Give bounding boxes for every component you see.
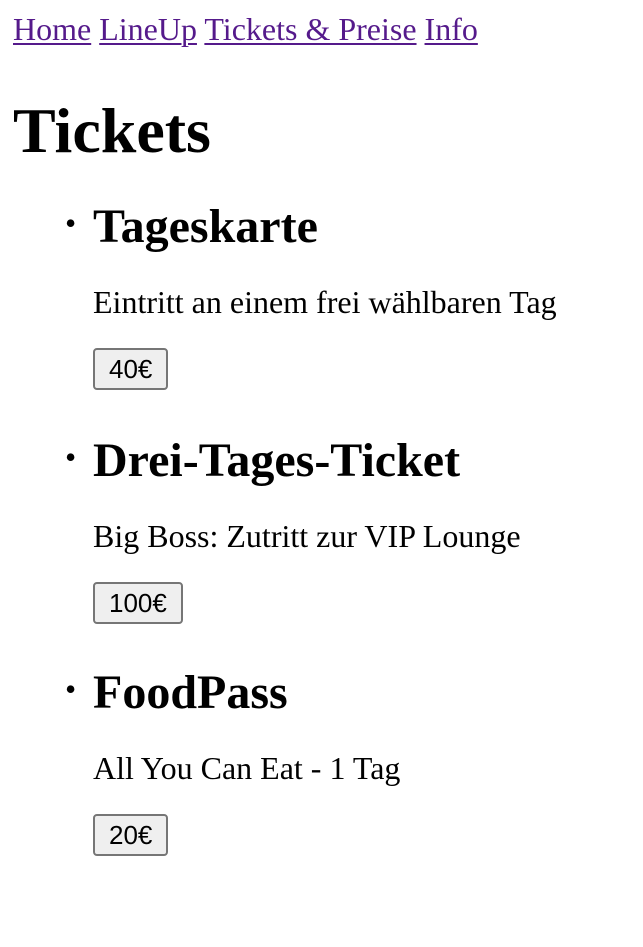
ticket-description: Eintritt an einem frei wählbaren Tag — [93, 284, 557, 320]
ticket-name: Drei-Tages-Ticket — [93, 434, 461, 487]
nav-link-tickets-preise[interactable]: Tickets & Preise — [204, 11, 416, 47]
ticket-name: Tageskarte — [93, 200, 318, 253]
ticket-item-foodpass: • FoodPass All You Can Eat - 1 Tag 20€ — [65, 665, 630, 856]
price-button-row: 100€ — [93, 582, 630, 624]
nav-link-info[interactable]: Info — [425, 11, 478, 47]
page-title: Tickets — [13, 95, 211, 166]
nav-link-home[interactable]: Home — [13, 11, 91, 47]
ticket-description: All You Can Eat - 1 Tag — [93, 750, 401, 786]
main-nav: Home LineUp Tickets & Preise Info — [13, 0, 630, 49]
nav-link-lineup[interactable]: LineUp — [99, 11, 197, 47]
ticket-item-drei-tages-ticket: • Drei-Tages-Ticket Big Boss: Zutritt zu… — [65, 433, 630, 624]
ticket-list: • Tageskarte Eintritt an einem frei wähl… — [13, 199, 630, 856]
price-button-tageskarte[interactable]: 40€ — [93, 348, 169, 390]
ticket-name: FoodPass — [93, 666, 288, 719]
price-button-row: 20€ — [93, 814, 630, 856]
list-bullet-icon: • — [65, 205, 77, 241]
list-bullet-icon: • — [65, 439, 77, 475]
ticket-item-tageskarte: • Tageskarte Eintritt an einem frei wähl… — [65, 199, 630, 390]
price-button-foodpass[interactable]: 20€ — [93, 814, 169, 856]
price-button-drei-tages-ticket[interactable]: 100€ — [93, 582, 183, 624]
page: Home LineUp Tickets & Preise Info Ticket… — [0, 0, 643, 947]
list-bullet-icon: • — [65, 671, 77, 707]
price-button-row: 40€ — [93, 348, 630, 390]
ticket-description: Big Boss: Zutritt zur VIP Lounge — [93, 518, 521, 554]
